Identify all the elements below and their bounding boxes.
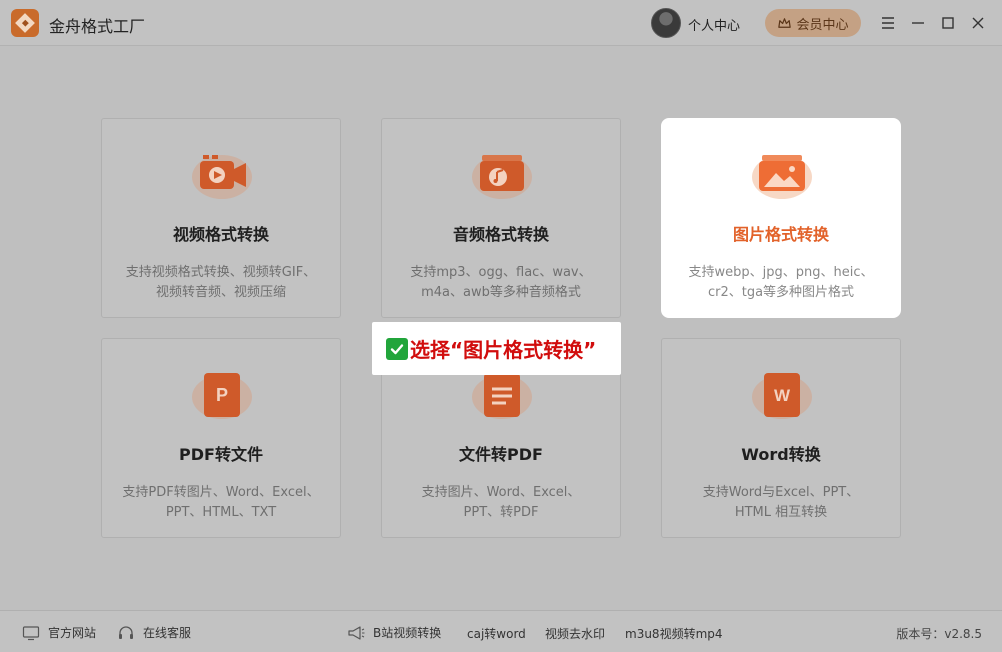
app-title: 金舟格式工厂 [49, 17, 146, 36]
card-word-convert[interactable]: W Word转换 支持Word与Excel、PPT、 HTML 相互转换 [661, 338, 901, 538]
audio-icon [472, 155, 532, 199]
card-description: 支持PDF转图片、Word、Excel、 PPT、HTML、TXT [122, 485, 320, 520]
megaphone-icon [348, 625, 365, 640]
card-description: 支持Word与Excel、PPT、 HTML 相互转换 [702, 485, 860, 520]
m3u8-to-mp4-link[interactable]: m3u8视频转mp4 [625, 625, 723, 642]
card-title: PDF转文件 [179, 445, 263, 464]
card-description: 支持webp、jpg、png、heic、 cr2、tga等多种图片格式 [688, 265, 874, 300]
footer-bar: 官方网站 在线客服 B站视频转换 caj转word 视频去水印 m3u8视频转m… [0, 610, 1002, 652]
maximize-icon[interactable] [938, 13, 958, 33]
card-title: Word转换 [741, 445, 821, 464]
headset-icon [119, 625, 133, 639]
svg-text:W: W [774, 386, 791, 405]
checkmark-icon [386, 337, 408, 360]
minimize-icon[interactable] [908, 13, 928, 33]
card-pdf-to-file[interactable]: P PDF转文件 支持PDF转图片、Word、Excel、 PPT、HTML、TX… [101, 338, 341, 538]
card-description: 支持mp3、ogg、flac、wav、 m4a、awb等多种音频格式 [410, 265, 592, 300]
card-video-convert[interactable]: 视频格式转换 支持视频格式转换、视频转GIF、 视频转音频、视频压缩 [101, 118, 341, 318]
online-support-link[interactable]: 在线客服 [117, 624, 191, 641]
crown-icon [778, 17, 792, 28]
card-description: 支持视频格式转换、视频转GIF、 视频转音频、视频压缩 [125, 265, 317, 300]
card-title: 视频格式转换 [172, 225, 269, 244]
caj-to-word-link[interactable]: caj转word [467, 625, 526, 642]
vip-center-button[interactable]: 会员中心 [765, 9, 861, 37]
document-icon [472, 373, 532, 419]
version-label: 版本号：v2.8.5 [896, 627, 982, 641]
card-image-convert[interactable]: 图片格式转换 支持webp、jpg、png、heic、 cr2、tga等多种图片格… [661, 118, 901, 318]
app-logo: ◆ [11, 9, 39, 37]
remove-watermark-link[interactable]: 视频去水印 [545, 625, 605, 642]
image-icon [752, 155, 812, 199]
official-website-link[interactable]: 官方网站 [22, 624, 96, 641]
word-icon: W [752, 373, 812, 419]
instruction-callout: 选择“图片格式转换” [372, 322, 621, 375]
user-center-link[interactable]: 个人中心 [688, 15, 740, 34]
menu-icon[interactable] [878, 13, 898, 33]
svg-text:P: P [216, 385, 228, 405]
avatar[interactable] [651, 8, 681, 38]
bilibili-convert-link[interactable]: B站视频转换 [347, 624, 441, 641]
card-title: 图片格式转换 [732, 225, 829, 244]
card-description: 支持图片、Word、Excel、 PPT、转PDF [421, 485, 581, 520]
close-icon[interactable] [968, 13, 988, 33]
title-bar: ◆ 金舟格式工厂 个人中心 会员中心 [0, 0, 1002, 46]
pdf-icon: P [192, 373, 252, 419]
card-title: 文件转PDF [459, 445, 543, 464]
callout-text: 选择“图片格式转换” [410, 338, 597, 362]
monitor-icon [22, 625, 40, 640]
card-title: 音频格式转换 [452, 225, 549, 244]
vip-label: 会员中心 [796, 17, 849, 33]
card-audio-convert[interactable]: 音频格式转换 支持mp3、ogg、flac、wav、 m4a、awb等多种音频格式 [381, 118, 621, 318]
video-icon [192, 155, 252, 199]
